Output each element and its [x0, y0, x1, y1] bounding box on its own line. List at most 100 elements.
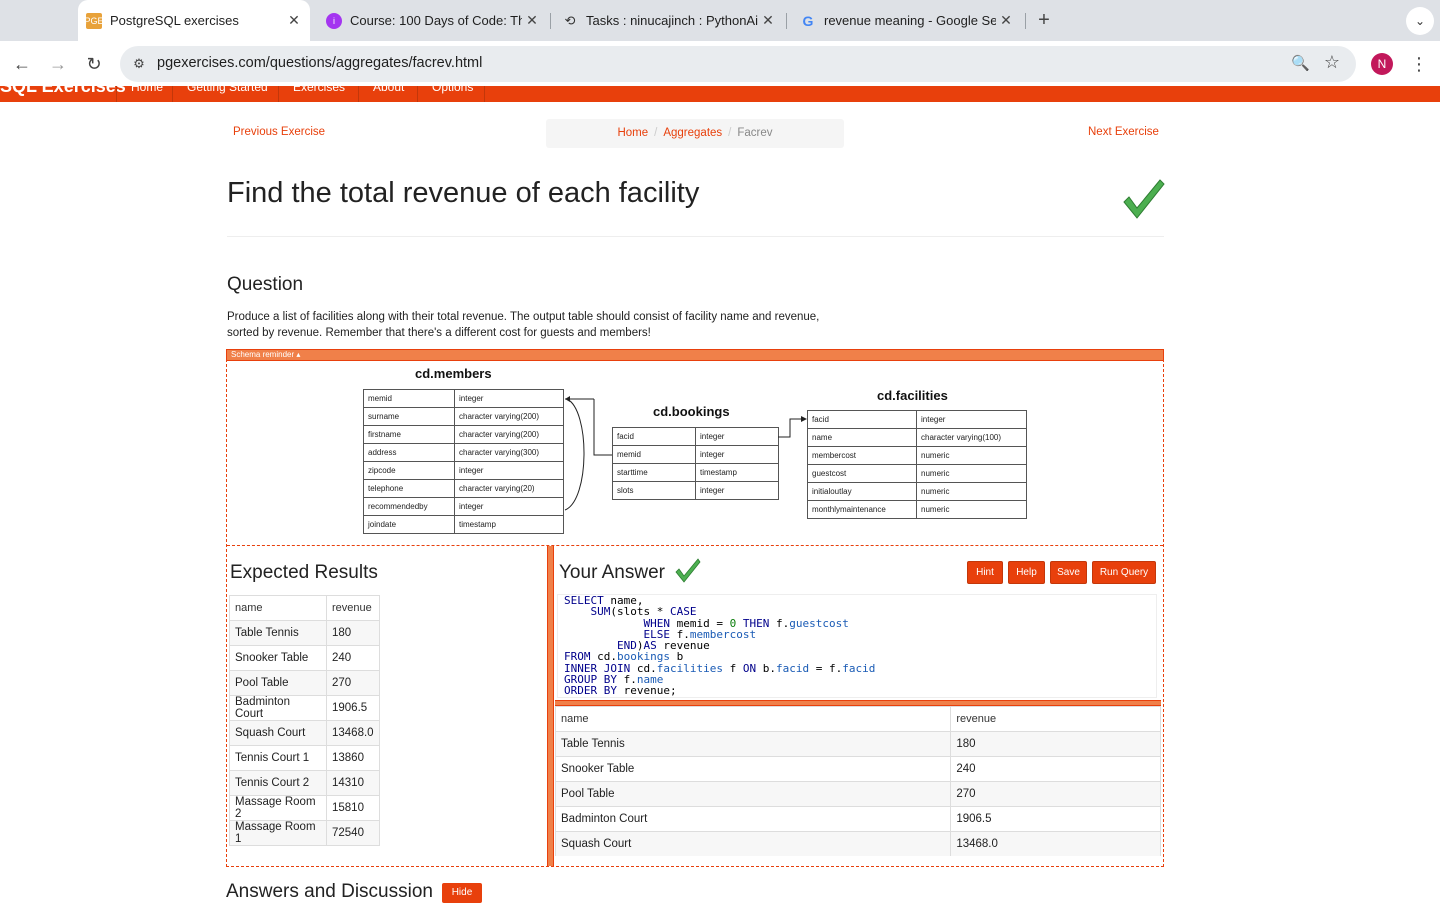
facilities-schema-table: facid integer name character varying(100) me… — [807, 410, 1027, 519]
table-row: Table Tennis 180 — [555, 731, 1161, 757]
site-settings-icon[interactable]: ⚙ — [130, 55, 148, 73]
back-arrow-icon[interactable]: ← — [9, 51, 35, 77]
tab-search-chevron-icon[interactable]: ⌄ — [1406, 7, 1434, 35]
schema-column-name: telephone — [363, 479, 455, 498]
run-query-button[interactable]: Run Query — [1092, 561, 1156, 584]
help-button[interactable]: Help — [1008, 561, 1045, 584]
answer-correct-check-icon — [675, 558, 701, 583]
hide-answers-button[interactable]: Hide — [442, 883, 482, 903]
forward-arrow-icon[interactable]: → — [45, 51, 71, 77]
zoom-magnifier-icon[interactable]: 🔍 — [1291, 54, 1310, 72]
expected-results-table: name revenue Table Tennis 180 Snooker Table 2… — [229, 595, 380, 846]
hint-button[interactable]: Hint — [967, 561, 1003, 584]
tab-separator — [1025, 13, 1026, 29]
column-header: name — [555, 706, 952, 732]
title-divider — [227, 236, 1164, 237]
tab-separator — [550, 13, 551, 29]
breadcrumb: Home / Aggregates / Facrev — [546, 119, 844, 148]
tab-udemy-course[interactable]: i Course: 100 Days of Code: Th ✕ — [318, 0, 548, 41]
schema-row: initialoutlay numeric — [807, 482, 1027, 501]
site-header: SQL Exercises Home Getting Started Exerc… — [0, 86, 1440, 102]
previous-exercise-link[interactable]: Previous Exercise — [233, 126, 325, 138]
facility-name-cell: Pool Table — [229, 670, 327, 696]
revenue-cell: 1906.5 — [950, 806, 1161, 832]
schema-column-type: numeric — [916, 464, 1027, 483]
tab-postgresql-exercises[interactable]: PGE PostgreSQL exercises ✕ — [78, 0, 310, 41]
schema-column-type: numeric — [916, 482, 1027, 501]
facilities-table-title: cd.facilities — [877, 388, 948, 403]
facility-name-cell: Pool Table — [555, 781, 952, 807]
schema-column-name: initialoutlay — [807, 482, 917, 501]
schema-column-type: character varying(200) — [454, 425, 564, 444]
schema-column-name: monthlymaintenance — [807, 500, 917, 519]
breadcrumb-aggregates[interactable]: Aggregates — [663, 127, 722, 139]
close-tab-icon[interactable]: ✕ — [522, 12, 542, 29]
nav-divider — [484, 86, 485, 102]
next-exercise-link[interactable]: Next Exercise — [1088, 126, 1159, 138]
nav-getting-started[interactable]: Getting Started — [172, 86, 282, 102]
save-button[interactable]: Save — [1050, 561, 1087, 584]
tab-google-search[interactable]: G revenue meaning - Google Se ✕ — [792, 0, 1022, 41]
schema-row: membercost numeric — [807, 446, 1027, 465]
schema-row: firstname character varying(200) — [363, 425, 564, 444]
site-logo[interactable]: SQL Exercises — [0, 86, 126, 97]
close-tab-icon[interactable]: ✕ — [284, 12, 304, 29]
schema-row: joindate timestamp — [363, 515, 564, 534]
revenue-cell: 13468.0 — [950, 831, 1161, 856]
revenue-cell: 13860 — [326, 745, 380, 771]
udemy-favicon-icon: i — [326, 12, 342, 29]
table-row: Massage Room 2 15810 — [229, 795, 380, 821]
schema-column-type: character varying(100) — [916, 428, 1027, 447]
schema-row: memid integer — [363, 389, 564, 408]
tab-separator — [786, 13, 787, 29]
vertical-splitter[interactable] — [547, 546, 554, 866]
table-row: Squash Court 13468.0 — [555, 831, 1161, 856]
close-tab-icon[interactable]: ✕ — [996, 12, 1016, 29]
facility-name-cell: Table Tennis — [555, 731, 952, 757]
nav-options[interactable]: Options — [417, 86, 487, 102]
column-header: name — [229, 595, 327, 621]
schema-column-name: recommendedby — [363, 497, 455, 516]
schema-row: surname character varying(200) — [363, 407, 564, 426]
nav-home[interactable]: Home — [116, 86, 177, 102]
bookmark-star-icon[interactable]: ☆ — [1324, 52, 1340, 73]
question-heading: Question — [227, 274, 304, 295]
schema-column-name: firstname — [363, 425, 455, 444]
address-bar[interactable]: ⚙ pgexercises.com/questions/aggregates/f… — [120, 46, 1356, 82]
schema-row: monthlymaintenance numeric — [807, 500, 1027, 519]
completed-check-icon — [1123, 179, 1165, 219]
schema-reminder-toggle[interactable]: Schema reminder ▴ — [226, 349, 1164, 361]
revenue-cell: 72540 — [326, 820, 380, 846]
facility-name-cell: Squash Court — [555, 831, 952, 856]
schema-column-name: joindate — [363, 515, 455, 534]
url-text[interactable]: pgexercises.com/questions/aggregates/fac… — [157, 55, 482, 71]
revenue-cell: 14310 — [326, 770, 380, 796]
schema-row: name character varying(100) — [807, 428, 1027, 447]
schema-column-type: numeric — [916, 446, 1027, 465]
facility-name-cell: Snooker Table — [555, 756, 952, 782]
sql-editor[interactable]: SELECT name, SUM(slots * CASE WHEN memid… — [557, 594, 1157, 698]
schema-column-name: name — [807, 428, 917, 447]
browser-menu-icon[interactable]: ⋮ — [1410, 51, 1428, 77]
facility-name-cell: Massage Room 1 — [229, 820, 327, 846]
nav-exercises[interactable]: Exercises — [278, 86, 359, 102]
tab-pythonanywhere[interactable]: ⟲ Tasks : ninucajinch : PythonAi ✕ — [554, 0, 784, 41]
revenue-cell: 180 — [950, 731, 1161, 757]
schema-column-type: integer — [454, 389, 564, 408]
table-row: Tennis Court 1 13860 — [229, 745, 380, 771]
nav-about[interactable]: About — [358, 86, 418, 102]
google-favicon-icon: G — [802, 12, 814, 29]
browser-tab-bar: PGE PostgreSQL exercises ✕ i Course: 100… — [0, 0, 1440, 41]
revenue-cell: 13468.0 — [326, 720, 380, 746]
query-results-panel: name revenue Table Tennis 180 Snooker Table 2… — [555, 706, 1161, 856]
profile-avatar[interactable]: N — [1371, 53, 1393, 75]
table-row: Pool Table 270 — [555, 781, 1161, 807]
close-tab-icon[interactable]: ✕ — [758, 12, 778, 29]
revenue-cell: 1906.5 — [326, 695, 380, 721]
breadcrumb-home[interactable]: Home — [617, 127, 648, 139]
new-tab-plus-icon[interactable]: + — [1033, 9, 1055, 31]
schema-column-type: character varying(20) — [454, 479, 564, 498]
schema-column-type: integer — [916, 410, 1027, 429]
reload-icon[interactable]: ↻ — [81, 51, 107, 77]
schema-reminder-label[interactable]: Schema reminder ▴ — [231, 350, 300, 360]
